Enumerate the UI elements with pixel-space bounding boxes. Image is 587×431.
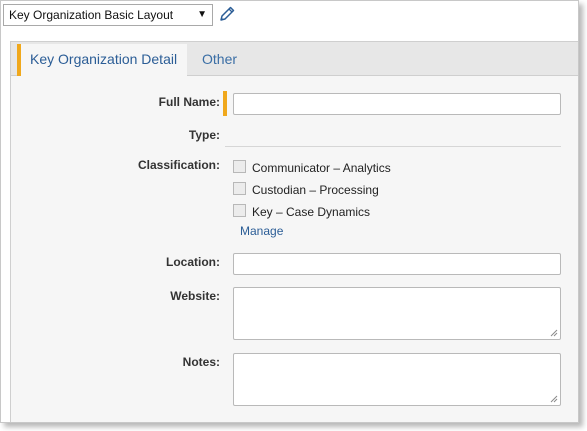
full-name-input[interactable] xyxy=(233,93,561,115)
checkbox[interactable] xyxy=(233,160,246,173)
checkbox[interactable] xyxy=(233,182,246,195)
checkbox-label: Communicator – Analytics xyxy=(252,161,391,175)
location-label: Location: xyxy=(166,255,220,269)
classification-option-custodian[interactable]: Custodian – Processing xyxy=(233,182,379,198)
chevron-down-icon: ▼ xyxy=(197,9,207,20)
required-indicator xyxy=(223,91,227,116)
tab-key-organization-detail[interactable]: Key Organization Detail xyxy=(17,44,187,76)
notes-label: Notes: xyxy=(182,355,220,369)
full-name-label: Full Name: xyxy=(158,95,220,109)
tab-other[interactable]: Other xyxy=(202,44,237,75)
manage-link[interactable]: Manage xyxy=(240,224,283,238)
checkbox-label: Key – Case Dynamics xyxy=(252,205,371,219)
classification-option-key[interactable]: Key – Case Dynamics xyxy=(233,204,370,220)
website-textarea[interactable] xyxy=(233,287,561,340)
checkbox[interactable] xyxy=(233,204,246,217)
layout-dropdown[interactable]: Key Organization Basic Layout ▼ xyxy=(3,4,213,26)
tab-label: Key Organization Detail xyxy=(30,51,178,67)
notes-textarea[interactable] xyxy=(233,353,561,406)
classification-option-communicator[interactable]: Communicator – Analytics xyxy=(233,160,391,176)
type-divider xyxy=(225,146,561,147)
tab-bar: Key Organization Detail Other xyxy=(11,42,578,76)
type-label: Type: xyxy=(188,128,220,142)
resize-handle-icon[interactable] xyxy=(550,395,558,403)
website-label: Website: xyxy=(170,289,220,303)
resize-handle-icon[interactable] xyxy=(550,329,558,337)
detail-panel: Key Organization Detail Other Full Name:… xyxy=(10,41,578,422)
classification-label: Classification: xyxy=(137,158,220,172)
location-input[interactable] xyxy=(233,253,561,275)
tab-label: Other xyxy=(202,51,238,67)
checkbox-label: Custodian – Processing xyxy=(252,183,379,197)
window: Key Organization Basic Layout ▼ Key Orga… xyxy=(0,0,579,423)
pencil-icon[interactable] xyxy=(218,5,236,23)
layout-dropdown-value: Key Organization Basic Layout xyxy=(9,8,174,22)
